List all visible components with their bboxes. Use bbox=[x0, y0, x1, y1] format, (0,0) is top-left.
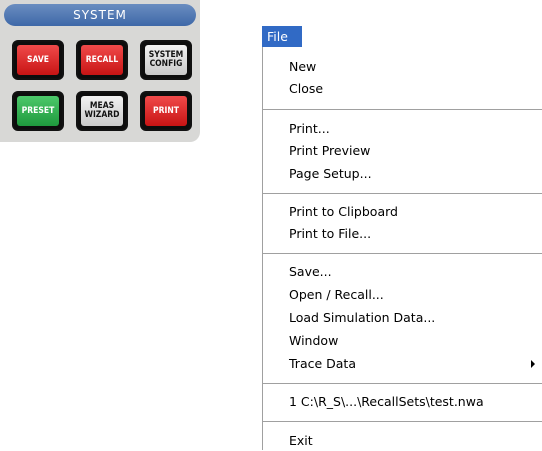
recall-key-label: RECALL bbox=[81, 45, 123, 75]
menu-separator bbox=[263, 193, 542, 194]
menu-item-print-to-file[interactable]: Print to File... bbox=[289, 223, 371, 244]
menu-separator bbox=[263, 109, 542, 110]
preset-key-label: PRESET bbox=[17, 96, 59, 126]
meas-wizard-key[interactable]: MEAS WIZARD bbox=[76, 91, 128, 131]
menu-item-load-simulation-data[interactable]: Load Simulation Data... bbox=[289, 307, 435, 328]
preset-key[interactable]: PRESET bbox=[12, 91, 64, 131]
menu-item-recent-file-1[interactable]: 1 C:\R_S\...\RecallSets\test.nwa bbox=[289, 391, 484, 412]
menu-item-window[interactable]: Window bbox=[289, 330, 338, 351]
system-panel-title: SYSTEM bbox=[4, 4, 196, 26]
recall-key[interactable]: RECALL bbox=[76, 40, 128, 80]
menu-separator bbox=[263, 383, 542, 384]
menu-separator bbox=[263, 421, 542, 422]
menu-item-exit[interactable]: Exit bbox=[289, 430, 313, 451]
menu-separator bbox=[263, 253, 542, 254]
menu-item-page-setup[interactable]: Page Setup... bbox=[289, 163, 372, 184]
menu-item-save[interactable]: Save... bbox=[289, 261, 332, 282]
system-key-panel: SYSTEM SAVE RECALL SYSTEM CONFIG PRESET … bbox=[0, 0, 200, 142]
submenu-arrow-icon bbox=[531, 360, 535, 368]
menu-item-open-recall[interactable]: Open / Recall... bbox=[289, 284, 384, 305]
print-key[interactable]: PRINT bbox=[140, 91, 192, 131]
menu-item-print[interactable]: Print... bbox=[289, 118, 330, 139]
system-config-key-label: SYSTEM CONFIG bbox=[145, 45, 187, 75]
system-config-key[interactable]: SYSTEM CONFIG bbox=[140, 40, 192, 80]
menu-item-print-to-clipboard[interactable]: Print to Clipboard bbox=[289, 201, 398, 222]
menu-item-close[interactable]: Close bbox=[289, 78, 323, 99]
meas-wizard-key-label: MEAS WIZARD bbox=[81, 96, 123, 126]
menu-item-trace-data[interactable]: Trace Data bbox=[289, 353, 356, 374]
menu-item-new[interactable]: New bbox=[289, 56, 316, 77]
print-key-label: PRINT bbox=[145, 96, 187, 126]
menu-file-title[interactable]: File bbox=[262, 26, 302, 47]
save-key[interactable]: SAVE bbox=[12, 40, 64, 80]
file-menu: File New Close Print... Print Preview Pa… bbox=[262, 26, 542, 450]
save-key-label: SAVE bbox=[17, 45, 59, 75]
file-menu-dropdown: New Close Print... Print Preview Page Se… bbox=[262, 47, 542, 450]
menu-item-print-preview[interactable]: Print Preview bbox=[289, 140, 370, 161]
